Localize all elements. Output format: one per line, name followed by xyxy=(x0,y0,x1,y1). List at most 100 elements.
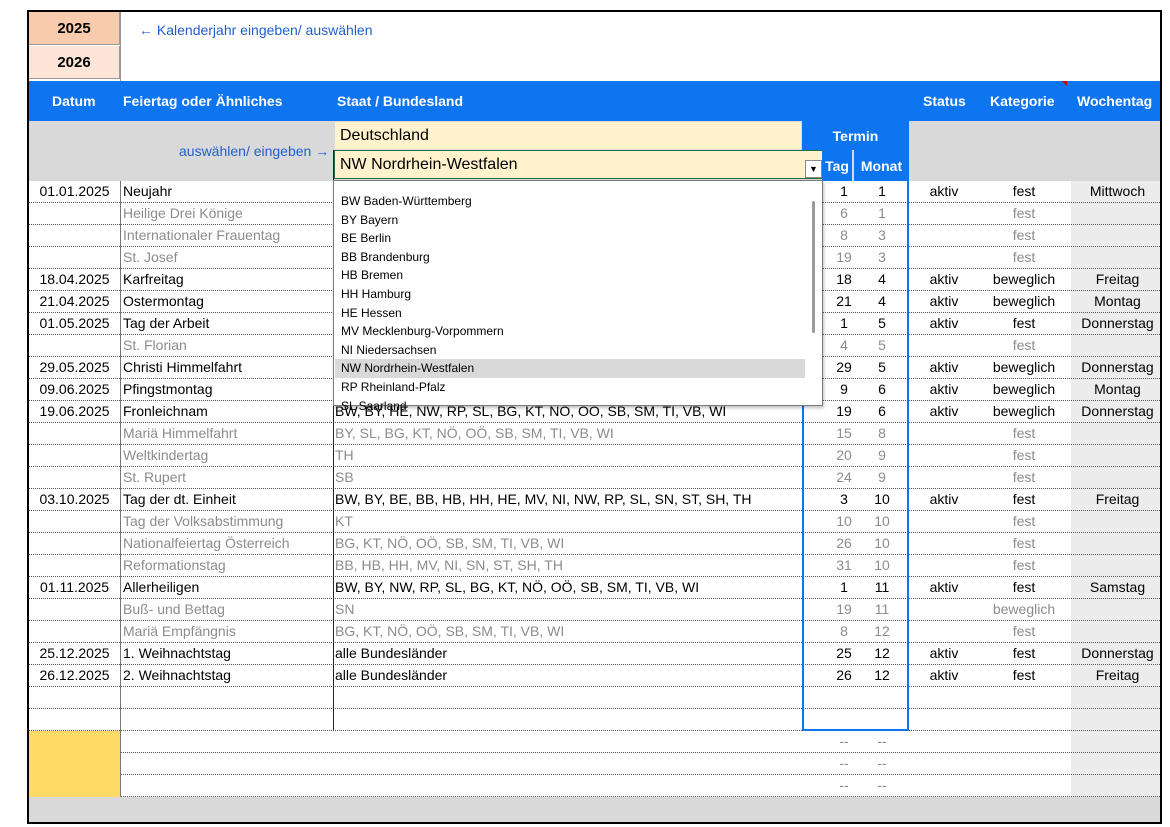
cell-feiertag[interactable]: Neujahr xyxy=(123,181,172,203)
dropdown-option[interactable]: HB Bremen xyxy=(335,266,805,285)
cell-wochentag[interactable] xyxy=(1071,621,1160,643)
cell-feiertag[interactable]: Internationaler Frauentag xyxy=(123,225,280,247)
cell-wochentag[interactable] xyxy=(1071,335,1160,357)
cell-status[interactable] xyxy=(914,731,974,753)
dropdown-arrow-icon[interactable]: ▼ xyxy=(805,160,822,178)
cell-feiertag[interactable]: Heilige Drei Könige xyxy=(123,203,243,225)
cell-kategorie[interactable]: fest xyxy=(974,247,1074,269)
cell-kategorie[interactable]: fest xyxy=(974,533,1074,555)
table-row[interactable]: 01.11.2025 Allerheiligen BW, BY, NW, RP, S… xyxy=(29,577,1160,599)
cell-monat[interactable]: -- xyxy=(867,775,897,797)
dropdown-option[interactable]: BE Berlin xyxy=(335,229,805,248)
cell-date[interactable] xyxy=(29,203,120,225)
cell-status[interactable]: aktiv xyxy=(914,379,974,401)
dropdown-option[interactable]: BY Bayern xyxy=(335,211,805,230)
cell-kategorie[interactable]: fest xyxy=(974,577,1074,599)
cell-staat[interactable]: BG, KT, NÖ, OÖ, SB, SM, TI, VB, WI xyxy=(335,533,564,555)
cell-tag[interactable]: -- xyxy=(829,775,859,797)
cell-date[interactable] xyxy=(29,511,120,533)
table-row[interactable]: Mariä Empfängnis BG, KT, NÖ, OÖ, SB, SM, … xyxy=(29,621,1160,643)
table-row[interactable]: Mariä Himmelfahrt BY, SL, BG, KT, NÖ, OÖ,… xyxy=(29,423,1160,445)
cell-status[interactable] xyxy=(914,753,974,775)
cell-feiertag[interactable]: Ostermontag xyxy=(123,291,204,313)
cell-kategorie[interactable]: fest xyxy=(974,643,1074,665)
cell-kategorie[interactable]: beweglich xyxy=(974,379,1074,401)
cell-staat[interactable]: SB xyxy=(335,467,354,489)
cell-kategorie[interactable]: beweglich xyxy=(974,291,1074,313)
cell-staat[interactable]: BY, SL, BG, KT, NÖ, OÖ, SB, SM, TI, VB, … xyxy=(335,423,614,445)
table-row[interactable]: -- -- xyxy=(29,753,1160,775)
cell-wochentag[interactable]: Samstag xyxy=(1071,577,1160,599)
cell-date[interactable]: 09.06.2025 xyxy=(29,379,120,401)
dropdown-option[interactable]: HE Hessen xyxy=(335,304,805,323)
cell-staat[interactable]: BB, HB, HH, MV, NI, SN, ST, SH, TH xyxy=(335,555,563,577)
cell-feiertag[interactable]: St. Florian xyxy=(123,335,187,357)
cell-feiertag[interactable]: Tag der Arbeit xyxy=(123,313,209,335)
cell-status[interactable] xyxy=(914,225,974,247)
dropdown-option[interactable]: HH Hamburg xyxy=(335,285,805,304)
dropdown-option[interactable]: BW Baden-Württemberg xyxy=(335,192,805,211)
cell-wochentag[interactable]: Donnerstag xyxy=(1071,643,1160,665)
cell-wochentag[interactable] xyxy=(1071,225,1160,247)
cell-status[interactable]: aktiv xyxy=(914,269,974,291)
cell-monat[interactable]: -- xyxy=(867,753,897,775)
cell-kategorie[interactable]: fest xyxy=(974,423,1074,445)
cell-status[interactable] xyxy=(914,709,974,731)
cell-date[interactable] xyxy=(29,225,120,247)
cell-feiertag[interactable]: Allerheiligen xyxy=(123,577,199,599)
cell-wochentag[interactable]: Montag xyxy=(1071,291,1160,313)
cell-status[interactable]: aktiv xyxy=(914,313,974,335)
cell-wochentag[interactable] xyxy=(1071,753,1160,775)
cell-kategorie[interactable]: beweglich xyxy=(974,269,1074,291)
cell-feiertag[interactable]: Tag der dt. Einheit xyxy=(123,489,236,511)
cell-feiertag[interactable]: 2. Weihnachtstag xyxy=(123,665,231,687)
cell-status[interactable] xyxy=(914,203,974,225)
cell-date[interactable]: 01.01.2025 xyxy=(29,181,120,203)
cell-kategorie[interactable]: beweglich xyxy=(974,357,1074,379)
cell-status[interactable]: aktiv xyxy=(914,291,974,313)
cell-date[interactable]: 18.04.2025 xyxy=(29,269,120,291)
cell-date[interactable] xyxy=(29,445,120,467)
cell-feiertag[interactable]: Pfingstmontag xyxy=(123,379,213,401)
country-input[interactable]: Deutschland xyxy=(334,121,802,150)
table-row[interactable]: Nationalfeiertag Österreich BG, KT, NÖ, O… xyxy=(29,533,1160,555)
dropdown-option[interactable]: NW Nordrhein-Westfalen xyxy=(335,359,805,378)
cell-kategorie[interactable]: fest xyxy=(974,621,1074,643)
cell-date[interactable] xyxy=(29,709,120,731)
cell-feiertag[interactable]: St. Rupert xyxy=(123,467,186,489)
cell-staat[interactable]: alle Bundesländer xyxy=(335,643,447,665)
cell-kategorie[interactable]: fest xyxy=(974,335,1074,357)
cell-date[interactable] xyxy=(29,687,120,709)
cell-date[interactable]: 21.04.2025 xyxy=(29,291,120,313)
table-row[interactable]: 26.12.2025 2. Weihnachtstag alle Bundeslän… xyxy=(29,665,1160,687)
cell-staat[interactable]: BG, KT, NÖ, OÖ, SB, SM, TI, VB, WI xyxy=(335,621,564,643)
cell-date[interactable]: 03.10.2025 xyxy=(29,489,120,511)
cell-staat[interactable]: alle Bundesländer xyxy=(335,665,447,687)
cell-kategorie[interactable]: fest xyxy=(974,203,1074,225)
cell-status[interactable] xyxy=(914,599,974,621)
cell-wochentag[interactable] xyxy=(1071,555,1160,577)
cell-kategorie[interactable] xyxy=(974,753,1074,775)
cell-status[interactable] xyxy=(914,335,974,357)
table-row[interactable] xyxy=(29,687,1160,709)
table-row[interactable]: Tag der Volksabstimmung KT 10 10 fest xyxy=(29,511,1160,533)
cell-status[interactable] xyxy=(914,445,974,467)
cell-wochentag[interactable] xyxy=(1071,511,1160,533)
cell-status[interactable] xyxy=(914,775,974,797)
cell-status[interactable]: aktiv xyxy=(914,489,974,511)
cell-wochentag[interactable]: Donnerstag xyxy=(1071,357,1160,379)
table-row[interactable]: St. Rupert SB 24 9 fest xyxy=(29,467,1160,489)
cell-monat[interactable]: -- xyxy=(867,731,897,753)
cell-date[interactable] xyxy=(29,423,120,445)
cell-kategorie[interactable]: fest xyxy=(974,665,1074,687)
dropdown-option[interactable]: MV Mecklenburg-Vorpommern xyxy=(335,322,805,341)
cell-kategorie[interactable]: beweglich xyxy=(974,599,1074,621)
cell-feiertag[interactable]: Karfreitag xyxy=(123,269,184,291)
cell-kategorie[interactable]: fest xyxy=(974,313,1074,335)
cell-date[interactable]: 01.05.2025 xyxy=(29,313,120,335)
cell-wochentag[interactable]: Freitag xyxy=(1071,489,1160,511)
cell-date[interactable] xyxy=(29,247,120,269)
cell-kategorie[interactable]: fest xyxy=(974,555,1074,577)
cell-status[interactable] xyxy=(914,621,974,643)
cell-date[interactable]: 29.05.2025 xyxy=(29,357,120,379)
